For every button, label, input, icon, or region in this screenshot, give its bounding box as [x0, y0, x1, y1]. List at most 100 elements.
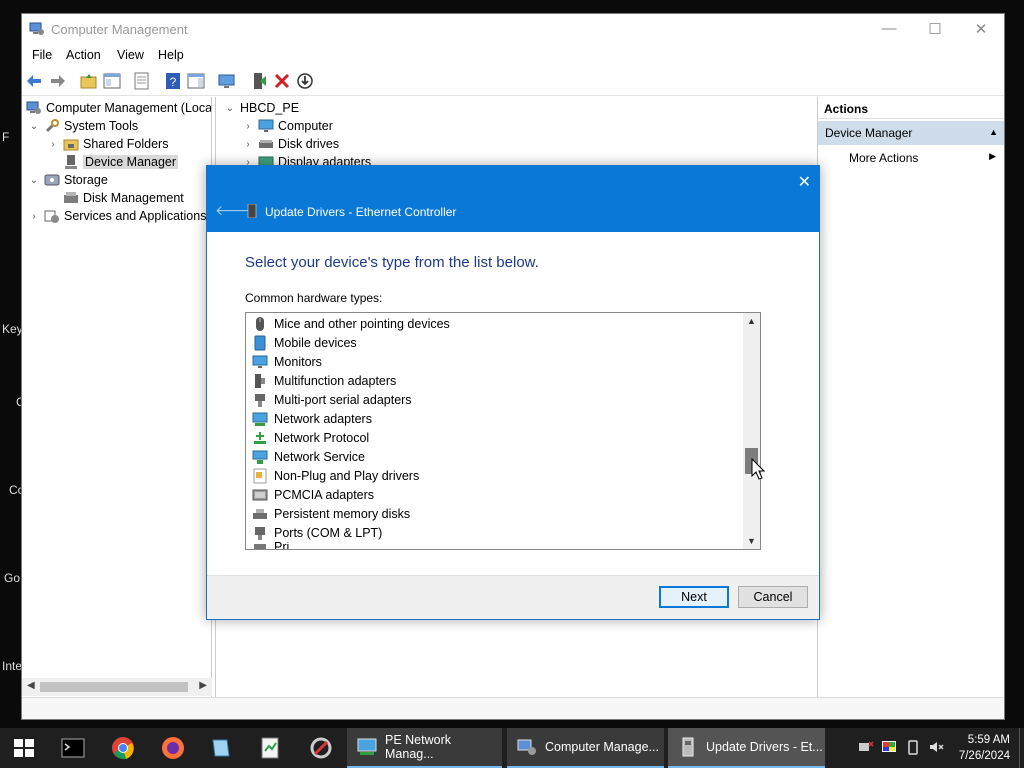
uninstall-device-icon[interactable]	[272, 71, 292, 91]
maximize-icon: ☐	[928, 21, 942, 38]
properties-icon[interactable]	[132, 71, 152, 91]
list-item[interactable]: Pri...	[252, 542, 300, 549]
show-desktop-button[interactable]	[1019, 728, 1024, 768]
menu-action[interactable]: Action	[66, 48, 101, 62]
storage-icon	[44, 174, 60, 186]
mouse-icon	[256, 316, 264, 331]
tree-item-computer-management[interactable]: Computer Management (Local	[26, 99, 211, 117]
update-drivers-dialog[interactable]: ✕ 🡐 Update Drivers - Ethernet Controller…	[206, 165, 820, 620]
scroll-left-icon[interactable]: ◀	[27, 680, 35, 691]
window-titlebar[interactable]: Computer Management — ☐ ✕	[22, 14, 1004, 44]
tree-item-label: System Tools	[64, 119, 139, 133]
taskbar-task-computer-management[interactable]: Computer Manage...	[507, 728, 664, 768]
clock-time: 5:59 AM	[967, 734, 1010, 746]
disable-device-icon[interactable]	[295, 71, 315, 91]
tree-item-shared-folders[interactable]: › Shared Folders	[47, 135, 168, 153]
menu-view[interactable]: View	[117, 48, 144, 62]
chevron-right-icon[interactable]: ›	[242, 139, 254, 150]
list-item[interactable]: Non-Plug and Play drivers	[252, 466, 419, 485]
tree-item-device-manager[interactable]: Device Manager	[63, 153, 179, 171]
chevron-down-icon[interactable]: ⌄	[28, 121, 40, 132]
chevron-down-icon[interactable]: ⌄	[28, 175, 40, 186]
chevron-right-icon[interactable]: ›	[47, 139, 59, 150]
multifunction-adapter-icon	[255, 373, 265, 388]
usb-tray-icon[interactable]	[905, 739, 921, 755]
scroll-right-icon[interactable]: ▶	[199, 680, 207, 691]
file-icon[interactable]	[258, 736, 282, 760]
taskbar-task-pe-network-manager[interactable]: PE Network Manag...	[347, 728, 502, 768]
network-tray-icon[interactable]	[858, 739, 874, 755]
device-tree-label: Disk drives	[278, 137, 340, 151]
tool-icon[interactable]	[309, 736, 333, 760]
tree-item-storage[interactable]: ⌄ Storage	[28, 171, 108, 189]
collapse-arrow-icon[interactable]: ▲	[989, 127, 998, 137]
actions-section-device-manager[interactable]: Device Manager ▲	[818, 121, 1004, 145]
list-item-label: Non-Plug and Play drivers	[274, 468, 420, 483]
tree-horizontal-scrollbar[interactable]: ◀ ▶	[22, 678, 212, 696]
device-tree-item-disk-drives[interactable]: › Disk drives	[242, 135, 339, 153]
more-actions-link[interactable]: More Actions	[849, 151, 918, 165]
dialog-titlebar[interactable]: ✕ 🡐 Update Drivers - Ethernet Controller	[207, 166, 819, 232]
firefox-icon[interactable]	[161, 736, 185, 760]
device-tree-root[interactable]: ⌄ HBCD_PE	[224, 99, 299, 117]
list-item[interactable]: Mice and other pointing devices	[252, 314, 450, 333]
task-label: PE Network Manag...	[385, 733, 451, 761]
command-prompt-icon[interactable]	[61, 736, 85, 760]
close-button[interactable]: ✕	[958, 14, 1004, 44]
disk-management-icon	[64, 192, 78, 203]
list-item[interactable]: PCMCIA adapters	[252, 485, 374, 504]
cancel-button[interactable]: Cancel	[738, 586, 808, 608]
status-bar	[22, 697, 1004, 719]
list-item[interactable]: Mobile devices	[252, 333, 357, 352]
chrome-icon[interactable]	[111, 736, 135, 760]
list-item[interactable]: Ports (COM & LPT)	[252, 523, 382, 542]
minimize-button[interactable]: —	[866, 14, 912, 44]
scan-hardware-icon[interactable]	[217, 71, 237, 91]
window-title: Computer Management	[51, 22, 188, 37]
list-item[interactable]: Network Protocol	[252, 428, 369, 447]
notepad-icon[interactable]	[209, 736, 233, 760]
list-item[interactable]: Multi-port serial adapters	[252, 390, 412, 409]
list-item[interactable]: Network Service	[252, 447, 365, 466]
taskbar-clock[interactable]: 5:59 AM 7/26/2024	[959, 732, 1010, 764]
list-item[interactable]: Monitors	[252, 352, 322, 371]
start-icon[interactable]	[12, 736, 36, 760]
tree-item-system-tools[interactable]: ⌄ System Tools	[28, 117, 138, 135]
chevron-right-icon[interactable]: ›	[28, 211, 40, 222]
maximize-button[interactable]: ☐	[912, 14, 958, 44]
update-driver-icon[interactable]	[249, 71, 269, 91]
list-vertical-scrollbar[interactable]: ▲ ▼	[743, 313, 760, 549]
list-item[interactable]: Multifunction adapters	[252, 371, 396, 390]
action-pane-icon[interactable]	[186, 71, 206, 91]
list-item[interactable]: Persistent memory disks	[252, 504, 410, 523]
scroll-down-icon[interactable]: ▼	[743, 536, 760, 546]
next-button[interactable]: Next	[659, 586, 729, 608]
back-icon[interactable]	[25, 71, 45, 91]
tools-icon	[45, 119, 59, 133]
svg-text:?: ?	[170, 75, 177, 89]
menu-help[interactable]: Help	[158, 48, 184, 62]
scrollbar-thumb[interactable]	[40, 682, 188, 692]
help-icon[interactable]: ?	[163, 71, 183, 91]
forward-icon[interactable]	[47, 71, 67, 91]
volume-muted-icon[interactable]	[928, 739, 944, 755]
taskbar-task-update-drivers[interactable]: Update Drivers - Et...	[668, 728, 825, 768]
list-item-label: Mice and other pointing devices	[274, 316, 450, 331]
tree-item-services-and-applications[interactable]: › Services and Applications	[28, 207, 206, 225]
network-controller-icon	[247, 204, 257, 218]
chevron-right-icon[interactable]: ›	[242, 121, 254, 132]
up-folder-icon[interactable]	[79, 71, 99, 91]
display-tray-icon[interactable]	[881, 739, 897, 755]
menu-file[interactable]: File	[32, 48, 52, 62]
tree-item-disk-management[interactable]: Disk Management	[63, 189, 184, 207]
dialog-close-icon[interactable]: ✕	[798, 172, 811, 192]
network-adapter-icon	[252, 412, 268, 426]
chevron-down-icon[interactable]: ⌄	[224, 103, 236, 114]
task-label: Computer Manage...	[545, 740, 659, 754]
scroll-up-icon[interactable]: ▲	[743, 316, 760, 326]
monitor-icon	[252, 355, 268, 368]
device-tree-item-computer[interactable]: › Computer	[242, 117, 333, 135]
show-hide-console-tree-icon[interactable]	[102, 71, 122, 91]
hardware-types-list[interactable]: Mice and other pointing devices Mobile d…	[245, 312, 761, 550]
list-item[interactable]: Network adapters	[252, 409, 372, 428]
